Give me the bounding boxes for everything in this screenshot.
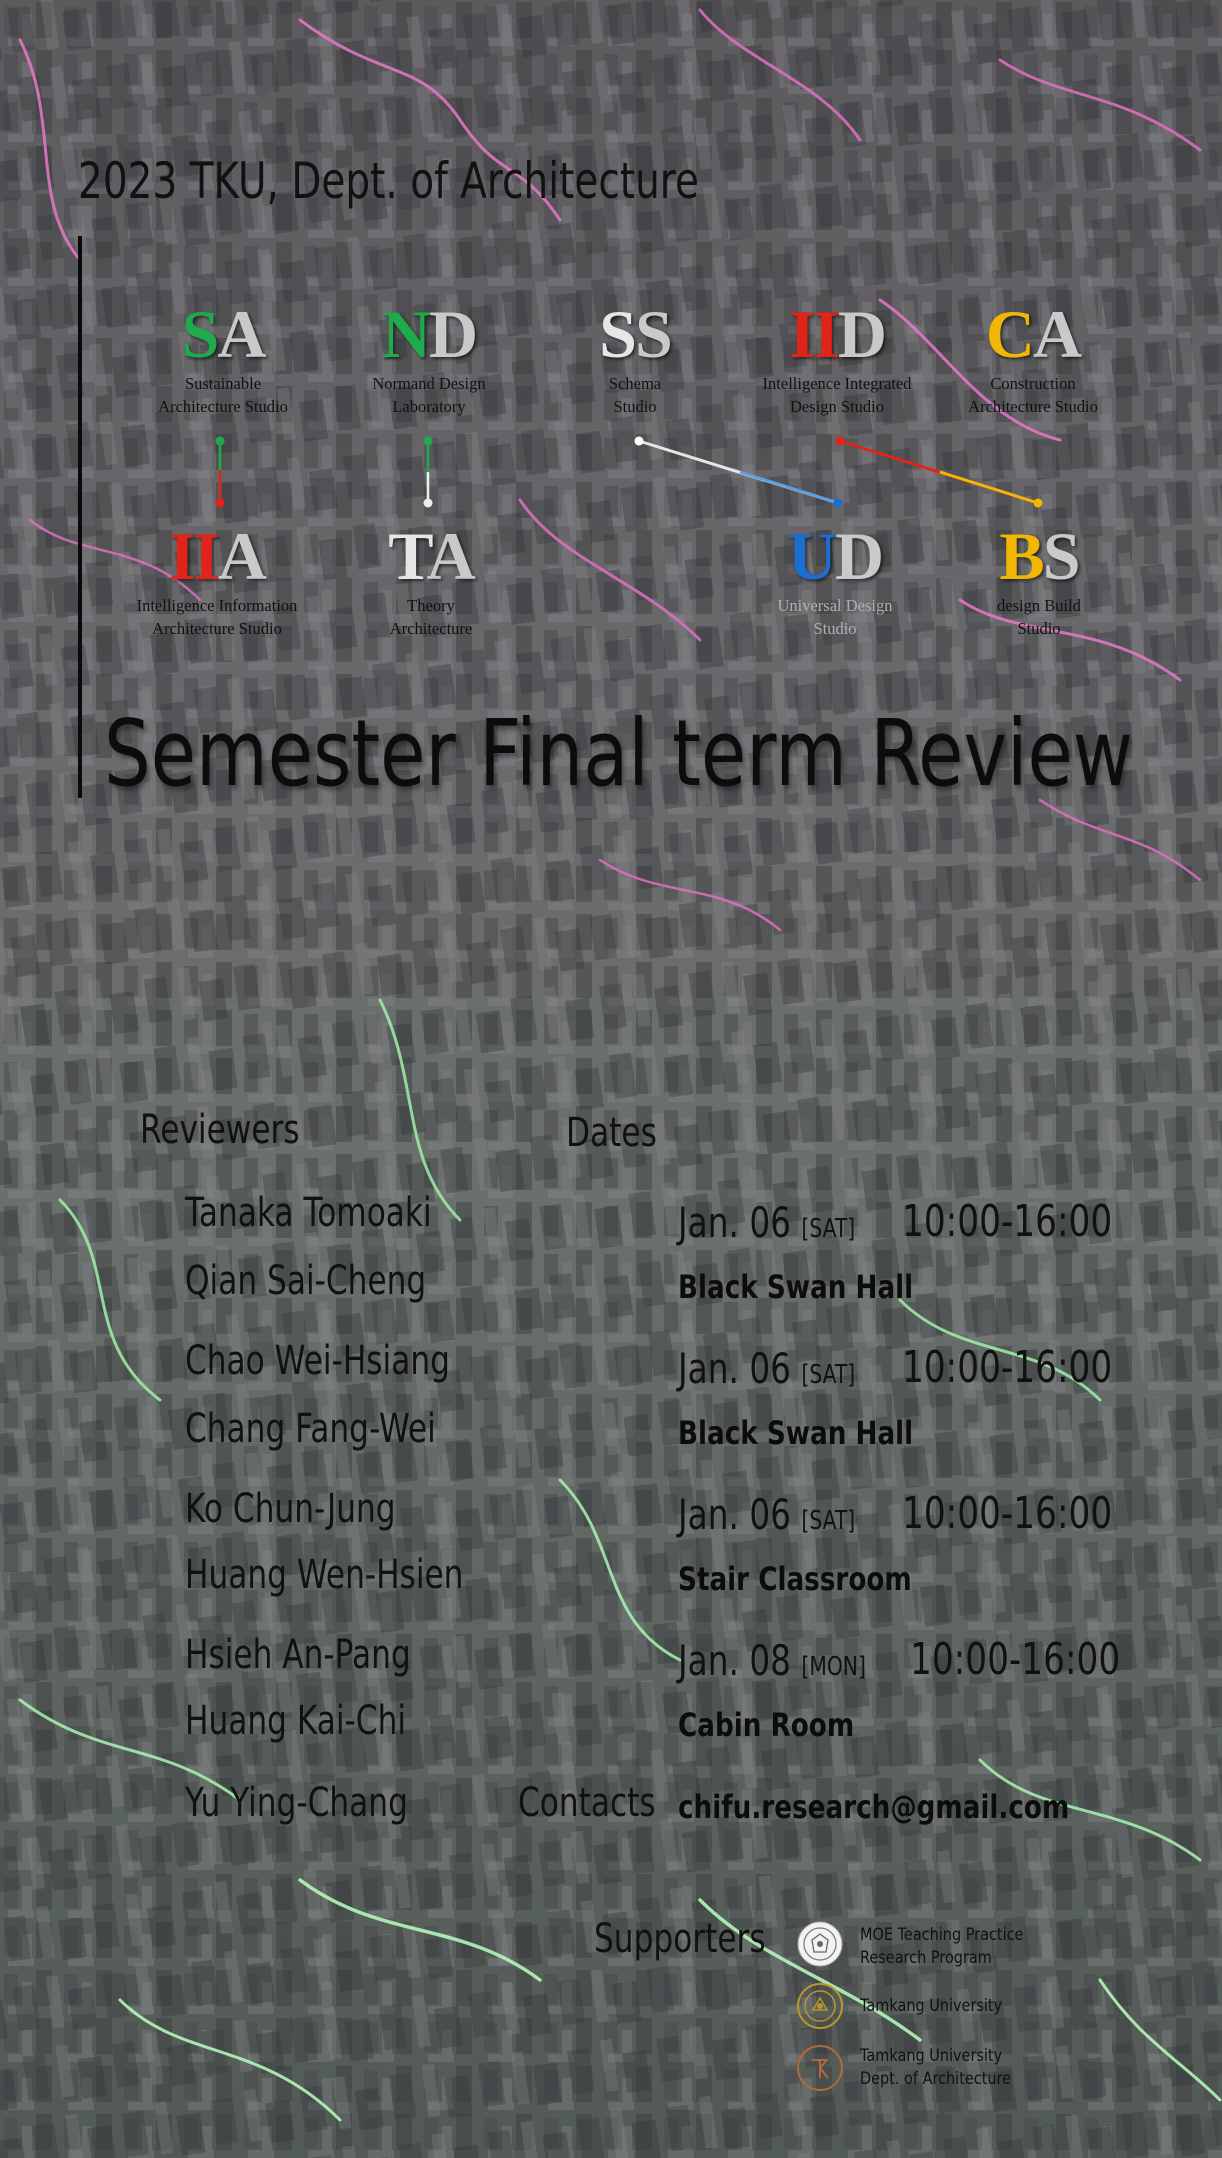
node-sa: [215, 436, 225, 446]
reviewer-name: Huang Wen-Hsien: [185, 1552, 464, 1598]
studio-name: design Build Studio: [997, 596, 1081, 638]
studio-bs: BS design Build Studio: [924, 522, 1154, 640]
session-venue: Stair Classroom: [678, 1560, 912, 1598]
session-venue: Black Swan Hall: [678, 1268, 914, 1306]
node-bs: [1033, 498, 1043, 508]
studio-abbr-rest: D: [837, 296, 887, 372]
main-title: Semester Final term Review: [104, 700, 1133, 807]
studio-iia: IIA Intelligence Information Architectur…: [102, 522, 332, 640]
session-day: [SAT]: [801, 1214, 856, 1244]
dates-heading: Dates: [566, 1110, 657, 1156]
studio-abbr-rest: A: [1033, 296, 1082, 372]
node-nd: [423, 436, 433, 446]
studio-abbr-rest: A: [426, 518, 476, 594]
reviewers-heading: Reviewers: [140, 1107, 300, 1153]
tku-seal-icon: [796, 1982, 844, 2034]
node-ud: [833, 498, 843, 508]
studio-ud: UD Universal Design Studio: [720, 522, 950, 640]
reviewer-name: Tanaka Tomoaki: [185, 1190, 432, 1236]
studio-abbr-accent: S: [181, 296, 220, 372]
reviewer-name: Huang Kai-Chi: [185, 1698, 407, 1744]
studio-abbr-rest: D: [835, 518, 884, 594]
studio-abbr-accent: B: [999, 518, 1044, 594]
reviewer-name: Qian Sai-Cheng: [185, 1258, 427, 1304]
session-venue: Black Swan Hall: [678, 1414, 914, 1452]
studio-abbr-rest: S: [1042, 518, 1081, 594]
studio-abbr-accent: C: [985, 296, 1035, 372]
supporter-name: Tamkang University Dept. of Architecture: [860, 2046, 1012, 2089]
session-date: Jan. 08 [MON]: [678, 1636, 866, 1685]
tku-arch-logo-icon: [796, 2044, 844, 2096]
studio-abbr-accent: II: [168, 518, 220, 594]
supporters-heading: Supporters: [594, 1916, 766, 1962]
node-iia: [215, 498, 225, 508]
session-day: [MON]: [801, 1652, 866, 1682]
accent-bar: [78, 236, 82, 798]
session-date: Jan. 06 [SAT]: [678, 1344, 856, 1393]
reviewer-name: Yu Ying-Chang: [185, 1780, 408, 1826]
supporter-name: Tamkang University: [860, 1996, 1003, 2016]
studio-abbr-rest: D: [429, 296, 478, 372]
studio-name: Schema Studio: [608, 374, 662, 416]
studio-ca: CA Construction Architecture Studio: [918, 300, 1148, 418]
link-ss-ud-blue: [739, 470, 839, 505]
studio-name: Theory Architecture: [389, 596, 473, 638]
reviewer-name: Hsieh An-Pang: [185, 1632, 411, 1678]
node-ta: [423, 498, 433, 508]
studio-sa: SA Sustainable Architecture Studio: [108, 300, 338, 418]
node-iid: [835, 436, 845, 446]
session-venue: Cabin Room: [678, 1706, 855, 1744]
studio-name: Normand Design Laboratory: [372, 374, 486, 416]
department-title: 2023 TKU, Dept. of Architecture: [78, 152, 699, 210]
session-time: 10:00-16:00: [902, 1488, 1113, 1539]
contact-email-link[interactable]: chifu.research@gmail.com: [678, 1788, 1069, 1826]
studio-name: Intelligence Information Architecture St…: [136, 596, 298, 638]
node-ss: [634, 436, 644, 446]
reviewer-name: Chang Fang-Wei: [185, 1406, 436, 1452]
studio-abbr-accent: S: [599, 296, 637, 372]
session-time: 10:00-16:00: [902, 1196, 1113, 1247]
moe-seal-icon: [796, 1920, 844, 1972]
contacts-heading: Contacts: [518, 1780, 656, 1826]
reviewer-name: Ko Chun-Jung: [185, 1486, 396, 1532]
link-iid-bs-yellow: [939, 470, 1039, 505]
studio-abbr-rest: A: [217, 518, 267, 594]
studio-name: Universal Design Studio: [777, 596, 893, 638]
studio-name: Construction Architecture Studio: [968, 374, 1098, 416]
session-time: 10:00-16:00: [910, 1634, 1121, 1685]
studio-abbr-accent: N: [381, 296, 431, 372]
session-day: [SAT]: [801, 1506, 856, 1536]
session-date: Jan. 06 [SAT]: [678, 1490, 856, 1539]
studio-abbr-rest: A: [217, 296, 266, 372]
session-day: [SAT]: [801, 1360, 856, 1390]
supporter-name: MOE Teaching Practice Research Program: [860, 1925, 1024, 1968]
reviewer-name: Chao Wei-Hsiang: [185, 1338, 450, 1384]
studio-nd: ND Normand Design Laboratory: [314, 300, 544, 418]
session-time: 10:00-16:00: [902, 1342, 1113, 1393]
session-date: Jan. 06 [SAT]: [678, 1198, 856, 1247]
studio-abbr-accent: II: [788, 296, 840, 372]
studio-name: Sustainable Architecture Studio: [158, 374, 288, 416]
studio-ta: TA Theory Architecture: [316, 522, 546, 640]
studio-abbr-rest: S: [635, 296, 673, 372]
studio-abbr-accent: T: [388, 518, 428, 594]
studio-ss: SS Schema Studio: [520, 300, 750, 418]
studio-abbr-accent: U: [787, 518, 837, 594]
